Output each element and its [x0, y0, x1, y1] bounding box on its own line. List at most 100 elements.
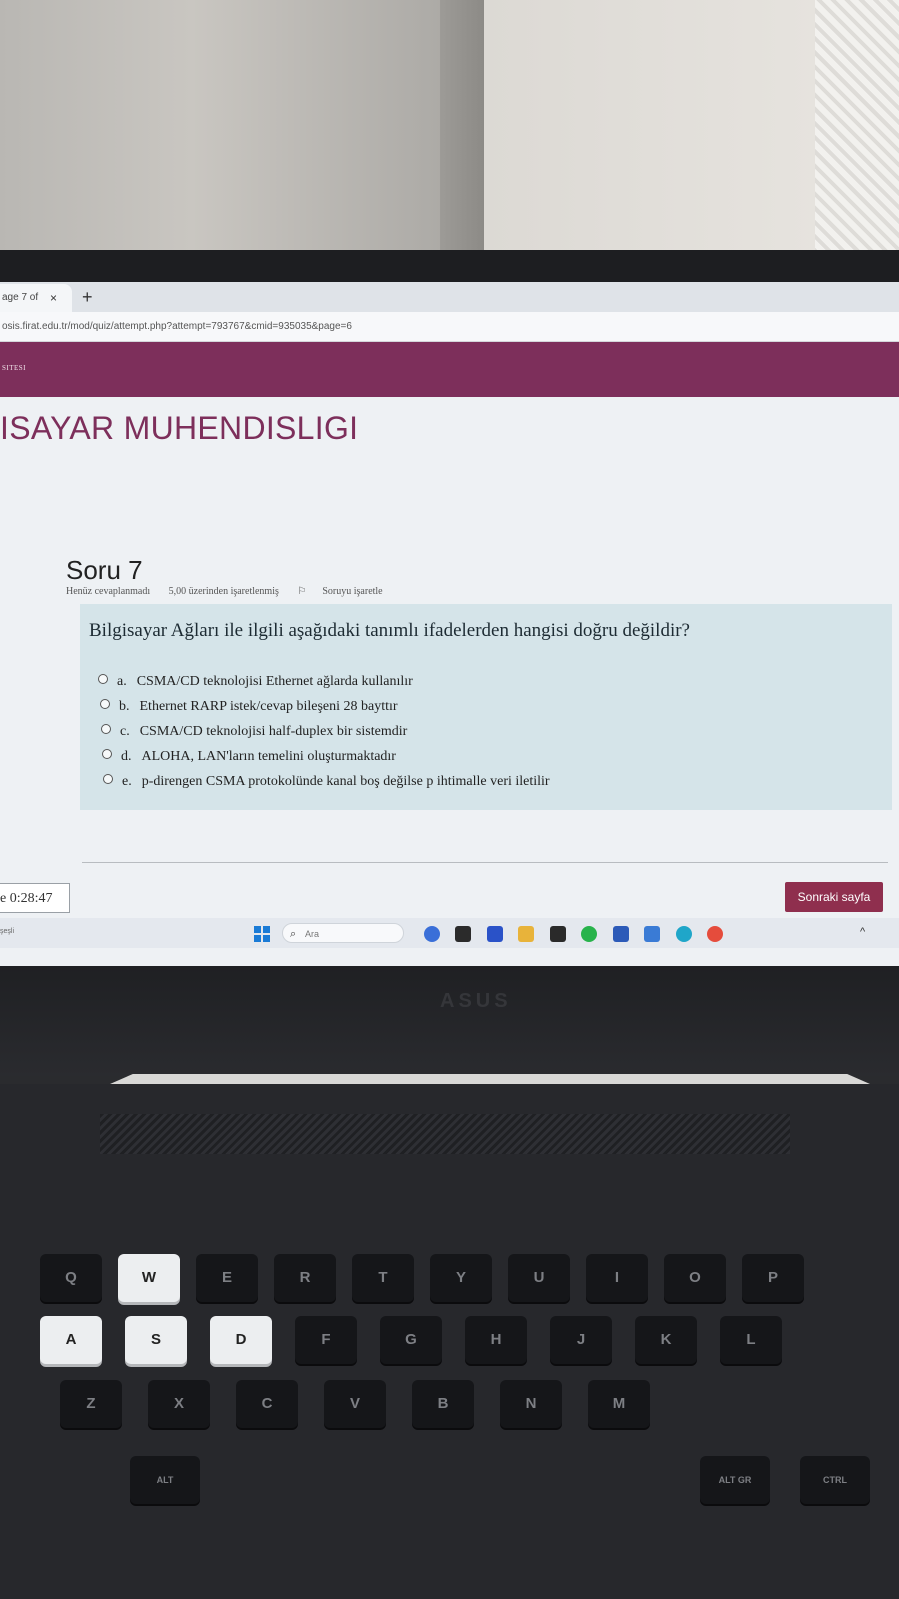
lid-edge: [110, 1074, 870, 1084]
quiz-timer: e 0:28:47: [0, 883, 70, 913]
option-letter: d.: [121, 749, 132, 764]
key-w: W: [118, 1254, 180, 1302]
brand-logo: ASUS: [440, 990, 512, 1012]
question-box: Bilgisayar Ağları ile ilgili aşağıdaki t…: [80, 604, 892, 810]
key-y: Y: [430, 1254, 492, 1302]
question-meta: Henüz cevaplanmadı 5,00 üzerinden işaret…: [66, 586, 415, 597]
taskbar-search[interactable]: ⌕ Ara: [282, 923, 404, 943]
wall-background-right: [484, 0, 819, 262]
netflix-icon[interactable]: [549, 925, 566, 942]
screen-bezel: [0, 250, 899, 284]
laptop-screen: age 7 of × + osis.firat.edu.tr/mod/quiz/…: [0, 282, 899, 966]
tab-title: age 7 of: [2, 292, 39, 303]
speaker-grille: [100, 1114, 790, 1154]
wall-background: [0, 0, 480, 262]
taskbar-weather-text: şeşli: [0, 928, 15, 935]
content-divider: [82, 862, 888, 863]
option-letter: c.: [120, 724, 130, 739]
address-bar[interactable]: osis.firat.edu.tr/mod/quiz/attempt.php?a…: [0, 312, 899, 342]
question-marks: 5,00 üzerinden işaretlenmiş: [168, 586, 279, 597]
flag-question-link[interactable]: ⚐ Soruyu işaretle: [297, 586, 398, 597]
chrome-icon[interactable]: [707, 925, 724, 942]
key-c: C: [236, 1380, 298, 1428]
browser-tab-bar: age 7 of × +: [0, 282, 899, 312]
key-z: Z: [60, 1380, 122, 1428]
key-s: S: [125, 1316, 187, 1364]
key-e: E: [196, 1254, 258, 1302]
chevron-up-icon[interactable]: ^: [860, 926, 865, 938]
whatsapp-icon[interactable]: [581, 925, 598, 942]
radio-button[interactable]: [101, 724, 111, 734]
url-text: osis.firat.edu.tr/mod/quiz/attempt.php?a…: [2, 321, 352, 332]
option-text: CSMA/CD teknolojisi Ethernet ağlarda kul…: [136, 674, 413, 689]
radio-button[interactable]: [98, 674, 108, 684]
option-text: Ethernet RARP istek/cevap bileşeni 28 ba…: [139, 699, 398, 714]
app-icon[interactable]: [644, 925, 661, 942]
windows-start-icon[interactable]: [254, 926, 270, 942]
app-icon[interactable]: [486, 925, 503, 942]
browser-tab[interactable]: age 7 of ×: [0, 284, 72, 312]
task-view-icon[interactable]: [455, 925, 472, 942]
key-u: U: [508, 1254, 570, 1302]
key-n: N: [500, 1380, 562, 1428]
option-letter: b.: [119, 699, 130, 714]
key-p: P: [742, 1254, 804, 1302]
key-alt: ALT: [130, 1456, 200, 1504]
key-l: L: [720, 1316, 782, 1364]
new-tab-icon[interactable]: +: [82, 284, 93, 310]
radio-button[interactable]: [103, 774, 113, 784]
answer-option-c[interactable]: c. CSMA/CD teknolojisi half-duplex bir si…: [101, 724, 407, 740]
curtain: [815, 0, 899, 262]
key-f: F: [295, 1316, 357, 1364]
next-page-button[interactable]: Sonraki sayfa: [785, 882, 883, 912]
key-x: X: [148, 1380, 210, 1428]
windows-taskbar: şeşli ⌕ Ara ^: [0, 918, 899, 948]
radio-button[interactable]: [102, 749, 112, 759]
key-a: A: [40, 1316, 102, 1364]
flag-icon: ⚐: [297, 586, 307, 597]
answer-option-d[interactable]: d. ALOHA, LAN'ların temelini oluşturmakta…: [102, 749, 396, 765]
word-icon[interactable]: [612, 925, 629, 942]
key-j: J: [550, 1316, 612, 1364]
key-o: O: [664, 1254, 726, 1302]
flag-question-label: Soruyu işaretle: [322, 586, 383, 597]
question-text: Bilgisayar Ağları ile ilgili aşağıdaki t…: [89, 620, 690, 641]
option-letter: a.: [117, 674, 127, 689]
option-letter: e.: [122, 774, 132, 789]
answer-option-a[interactable]: a. CSMA/CD teknolojisi Ethernet ağlarda k…: [98, 674, 413, 690]
department-title: ISAYAR MUHENDISLIGI: [0, 410, 359, 446]
key-k: K: [635, 1316, 697, 1364]
tab-close-icon[interactable]: ×: [50, 284, 57, 312]
option-text: CSMA/CD teknolojisi half-duplex bir sist…: [139, 724, 408, 739]
key-h: H: [465, 1316, 527, 1364]
site-header-band: SITESI: [0, 342, 899, 397]
key-t: T: [352, 1254, 414, 1302]
answer-option-b[interactable]: b. Ethernet RARP istek/cevap bileşeni 28 …: [100, 699, 398, 715]
answer-option-e[interactable]: e. p-direngen CSMA protokolünde kanal boş…: [103, 774, 550, 790]
wall-corner-shadow: [440, 0, 485, 262]
taskbar-search-placeholder: Ara: [305, 929, 320, 939]
radio-button[interactable]: [100, 699, 110, 709]
laptop-hinge: [0, 966, 899, 1076]
taskbar-apps: [424, 925, 734, 943]
key-g: G: [380, 1316, 442, 1364]
key-q: Q: [40, 1254, 102, 1302]
edge-icon[interactable]: [675, 925, 692, 942]
key-v: V: [324, 1380, 386, 1428]
key-i: I: [586, 1254, 648, 1302]
keyboard-deck: Q W E R T Y U I O P A S D F G H J K L Z X C V B N M ALT ALT GR CTRL: [0, 1084, 899, 1599]
question-heading: Soru 7: [66, 555, 143, 585]
key-r: R: [274, 1254, 336, 1302]
key-ctrl: CTRL: [800, 1456, 870, 1504]
search-icon: ⌕: [290, 928, 297, 940]
option-text: p-direngen CSMA protokolünde kanal boş d…: [141, 774, 550, 789]
site-name: SITESI: [2, 364, 26, 372]
option-text: ALOHA, LAN'ların temelini oluşturmaktadı…: [141, 749, 396, 764]
key-d: D: [210, 1316, 272, 1364]
file-explorer-icon[interactable]: [518, 925, 535, 942]
bing-icon[interactable]: [424, 925, 440, 942]
key-alt-gr: ALT GR: [700, 1456, 770, 1504]
key-m: M: [588, 1380, 650, 1428]
key-b: B: [412, 1380, 474, 1428]
question-status: Henüz cevaplanmadı: [66, 586, 151, 597]
